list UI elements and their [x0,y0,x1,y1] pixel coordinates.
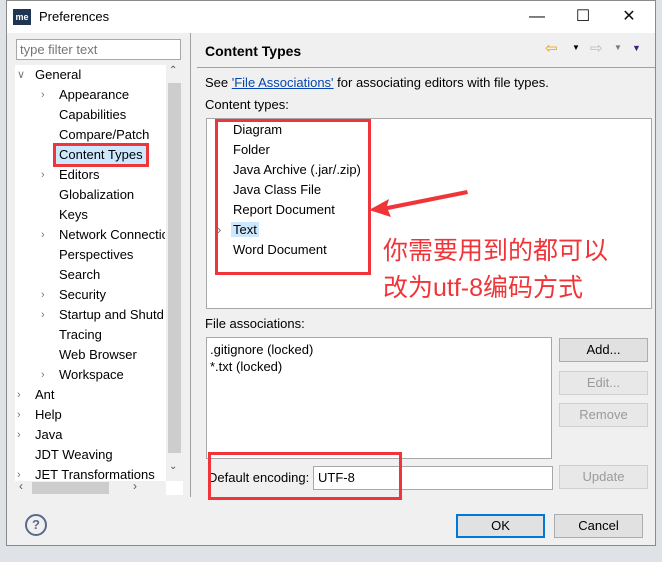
update-button[interactable]: Update [559,465,648,489]
tree-item-label: Compare/Patch [59,127,150,142]
app-logo: me [13,9,31,25]
tree-item-label: JET Transformations [35,467,155,481]
chevron-right-icon[interactable]: › [41,85,53,105]
window-title: Preferences [39,9,110,24]
title-bar: me Preferences — ☐ ✕ [7,1,655,33]
chevron-right-icon[interactable]: › [17,405,29,425]
chevron-right-icon[interactable]: › [41,225,53,245]
scrollbar-thumb[interactable] [168,83,181,453]
scroll-up-icon[interactable]: ⌃ [169,65,177,76]
chevron-right-icon[interactable]: › [41,365,53,385]
annotation-line: 你需要用到的都可以 [383,237,609,265]
tree-item-label: Java [35,427,63,442]
tree-item-label: Perspectives [59,247,134,262]
file-associations-link[interactable]: 'File Associations' [232,75,334,90]
tree-item-label: JDT Weaving [35,447,113,462]
tree-item-label: Globalization [59,187,135,202]
tree-item-label: General [35,67,82,82]
file-association-item[interactable]: .gitignore (locked) [210,341,548,358]
ok-button[interactable]: OK [456,514,545,538]
tree-item-label: Startup and Shutd [59,307,164,322]
sash[interactable] [190,33,191,497]
cancel-button[interactable]: Cancel [554,514,643,538]
scrollbar-thumb[interactable] [32,482,109,494]
preferences-dialog: me Preferences — ☐ ✕ ∨ General › Appearance… [6,0,656,546]
edit-button[interactable]: Edit... [559,371,648,395]
chevron-right-icon[interactable]: › [41,305,53,325]
tree-item-label: Capabilities [59,107,127,122]
tree-item-label: Network Connectio [59,227,165,242]
vertical-scrollbar[interactable]: ⌃ ⌄ [166,65,183,481]
help-icon[interactable]: ? [25,514,47,536]
tree-item-label: Appearance [59,87,130,102]
page-title: Content Types [205,43,302,59]
tree-item-label: Keys [59,207,88,222]
chevron-right-icon[interactable]: › [41,165,53,185]
description: See 'File Associations' for associating … [205,75,549,90]
tree-item-label: Security [59,287,106,302]
scroll-down-icon[interactable]: ⌄ [169,461,177,472]
content-types-label: Content types: [205,97,289,112]
remove-button[interactable]: Remove [559,403,648,427]
desc-text: for associating editors with file types. [333,75,549,90]
annotation-line: 改为utf-8编码方式 [383,274,584,302]
tree-item-label: Workspace [59,367,124,382]
annotation-text: 你需要用到的都可以 改为utf-8编码方式 [383,233,608,307]
forward-icon[interactable]: ⇨ [590,39,603,57]
tree-item-label: Web Browser [59,347,137,362]
back-menu-icon[interactable]: ▼ [572,43,580,52]
tree-item-label: Search [59,267,101,282]
close-button[interactable]: ✕ [609,5,649,29]
header-divider [197,67,655,68]
chevron-down-icon[interactable]: ∨ [17,65,29,85]
desc-text: See [205,75,232,90]
chevron-right-icon[interactable]: › [17,425,29,445]
maximize-button[interactable]: ☐ [563,5,603,29]
filter-input[interactable] [16,39,181,60]
tree-item-label: Content Types [53,143,149,167]
scroll-left-icon[interactable]: ‹ [19,479,23,493]
add-button[interactable]: Add... [559,338,648,362]
chevron-right-icon[interactable]: › [17,385,29,405]
preference-tree: ∨ General › Appearance Capabilities Compare/P… [15,65,183,495]
forward-menu-icon[interactable]: ▼ [614,43,622,52]
annotation-box [215,119,371,275]
tree-item-label: Ant [35,387,55,402]
annotation-box [208,452,402,500]
annotation-arrow-icon [369,190,468,217]
minimize-button[interactable]: — [517,5,557,29]
horizontal-scrollbar[interactable]: ‹ › [15,479,166,495]
scroll-right-icon[interactable]: › [133,479,137,493]
back-icon[interactable]: ⇦ [545,39,558,57]
tree-item-label: Help [35,407,62,422]
file-associations-list[interactable]: .gitignore (locked) *.txt (locked) [206,337,552,459]
file-association-item[interactable]: *.txt (locked) [210,358,548,375]
tree-item-label: Editors [59,167,100,182]
tree-item-label: Tracing [59,327,102,342]
chevron-right-icon[interactable]: › [41,285,53,305]
view-menu-icon[interactable]: ▼ [632,43,641,53]
file-associations-label: File associations: [205,316,305,331]
